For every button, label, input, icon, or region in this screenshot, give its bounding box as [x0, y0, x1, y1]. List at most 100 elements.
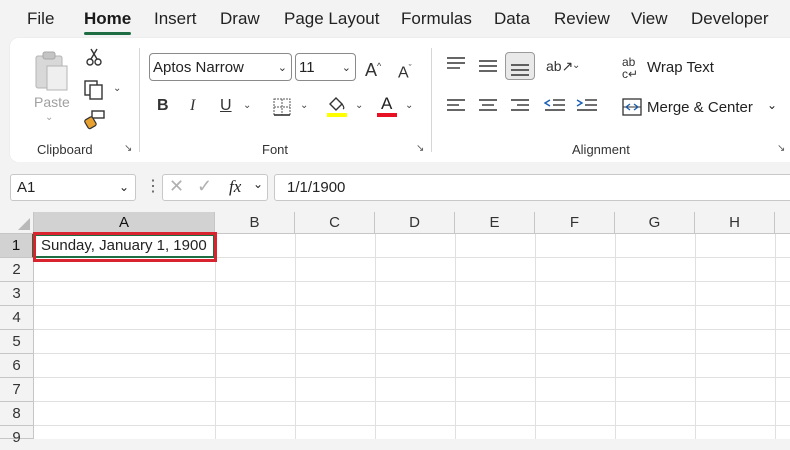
more-options-icon[interactable]: ⋮ [145, 176, 161, 196]
chevron-down-icon: ⌄ [118, 180, 129, 194]
clipboard-group-label: Clipboard [37, 142, 93, 157]
wrap-text-button[interactable]: ab c↵ Wrap Text [622, 56, 732, 80]
font-name-value: Aptos Narrow [153, 59, 244, 76]
row-header-4[interactable]: 4 [0, 306, 34, 330]
name-box-value: A1 [17, 179, 36, 196]
top-align-icon[interactable] [446, 56, 466, 72]
insert-function-button[interactable]: fx [229, 177, 241, 197]
font-launcher-icon[interactable]: ↘ [416, 144, 426, 154]
decrease-font-size-icon[interactable]: Aˇ [398, 58, 412, 83]
column-header-c[interactable]: C [295, 212, 375, 234]
font-color-chevron-down-icon[interactable]: ⌄ [405, 100, 413, 111]
row-header-6[interactable]: 6 [0, 354, 34, 378]
row-header-3[interactable]: 3 [0, 282, 34, 306]
middle-align-icon[interactable] [478, 59, 498, 75]
bottom-align-icon [511, 64, 529, 76]
fill-color-chevron-down-icon[interactable]: ⌄ [355, 100, 363, 111]
wrap-text-label: Wrap Text [647, 59, 714, 76]
cut-icon[interactable] [84, 47, 104, 67]
font-name-select[interactable]: Aptos Narrow ⌄ [149, 53, 292, 81]
font-size-value: 11 [299, 59, 315, 76]
tab-formulas[interactable]: Formulas [401, 9, 472, 29]
merge-center-icon [622, 98, 642, 116]
orientation-chevron-down-icon[interactable]: ⌄ [572, 60, 580, 71]
fill-color-icon[interactable] [326, 94, 348, 118]
tab-page-layout[interactable]: Page Layout [284, 9, 379, 29]
paste-button[interactable]: Paste ⌄ [30, 46, 72, 126]
copy-chevron-down-icon[interactable]: ⌄ [113, 83, 121, 94]
align-left-icon[interactable] [446, 98, 466, 114]
underline-chevron-down-icon[interactable]: ⌄ [243, 100, 251, 111]
font-color-button[interactable]: A [377, 94, 399, 120]
paste-label: Paste [34, 94, 70, 110]
borders-chevron-down-icon[interactable]: ⌄ [300, 100, 308, 111]
column-header-h[interactable]: H [695, 212, 775, 234]
italic-button[interactable]: I [190, 96, 195, 116]
row-header-9[interactable]: 9 [0, 426, 34, 446]
column-header-a[interactable]: A [34, 212, 215, 234]
merge-center-chevron-down-icon[interactable]: ⌄ [767, 98, 777, 112]
decrease-indent-icon[interactable] [544, 98, 566, 114]
tab-insert[interactable]: Insert [154, 9, 197, 29]
row-header-2[interactable]: 2 [0, 258, 34, 282]
column-header-f[interactable]: F [535, 212, 615, 234]
increase-indent-icon[interactable] [576, 98, 598, 114]
enter-icon[interactable]: ✓ [197, 176, 212, 197]
paste-icon [35, 51, 68, 91]
chevron-down-icon: ⌄ [341, 62, 351, 74]
name-box[interactable]: A1 ⌄ [10, 174, 136, 201]
bold-button[interactable]: B [157, 96, 169, 116]
paste-chevron-down-icon: ⌄ [45, 112, 54, 123]
increase-font-size-icon[interactable]: A^ [365, 56, 381, 80]
copy-icon[interactable] [83, 79, 105, 101]
formula-input[interactable]: 1/1/1900 [274, 174, 790, 201]
row-header-5[interactable]: 5 [0, 330, 34, 354]
column-header-partial[interactable] [775, 212, 790, 234]
borders-icon[interactable] [272, 97, 292, 117]
chevron-down-icon: ⌄ [277, 62, 287, 74]
orientation-icon[interactable]: ab↗ [546, 56, 573, 76]
gridline [455, 234, 456, 439]
formula-controls: ✕ ✓ fx ⌄ [162, 174, 268, 201]
font-color-swatch [377, 113, 397, 117]
column-header-e[interactable]: E [455, 212, 535, 234]
tab-home[interactable]: Home [84, 9, 131, 29]
font-color-letter: A [381, 94, 393, 113]
gridline [34, 425, 790, 426]
select-all-icon [18, 218, 30, 230]
gridline [535, 234, 536, 439]
chevron-down-icon[interactable]: ⌄ [253, 177, 263, 191]
underline-button[interactable]: U [220, 96, 232, 116]
gridline [34, 377, 790, 378]
tab-draw[interactable]: Draw [220, 9, 260, 29]
tab-view[interactable]: View [631, 9, 668, 29]
row-header-7[interactable]: 7 [0, 378, 34, 402]
alignment-launcher-icon[interactable]: ↘ [777, 144, 787, 154]
align-right-icon[interactable] [510, 98, 530, 114]
tab-review[interactable]: Review [554, 9, 610, 29]
column-header-d[interactable]: D [375, 212, 455, 234]
cancel-icon[interactable]: ✕ [169, 176, 184, 197]
gridline [34, 401, 790, 402]
row-header-8[interactable]: 8 [0, 402, 34, 426]
format-painter-icon[interactable] [84, 109, 106, 131]
row-header-1[interactable]: 1 [0, 234, 34, 258]
column-header-g[interactable]: G [615, 212, 695, 234]
gridline [295, 234, 296, 439]
align-center-icon[interactable] [478, 98, 498, 114]
gridline [375, 234, 376, 439]
gridline [695, 234, 696, 439]
group-divider [431, 48, 432, 152]
font-group-label: Font [262, 142, 289, 157]
column-header-b[interactable]: B [215, 212, 295, 234]
tab-file[interactable]: File [27, 9, 54, 29]
gridline [775, 234, 776, 439]
group-divider [139, 48, 140, 152]
merge-center-button[interactable]: Merge & Center ⌄ [622, 96, 782, 120]
gridline [34, 353, 790, 354]
tab-developer[interactable]: Developer [691, 9, 769, 29]
clipboard-launcher-icon[interactable]: ↘ [124, 144, 134, 154]
gridline [34, 305, 790, 306]
font-size-select[interactable]: 11 ⌄ [295, 53, 356, 81]
tab-data[interactable]: Data [494, 9, 530, 29]
